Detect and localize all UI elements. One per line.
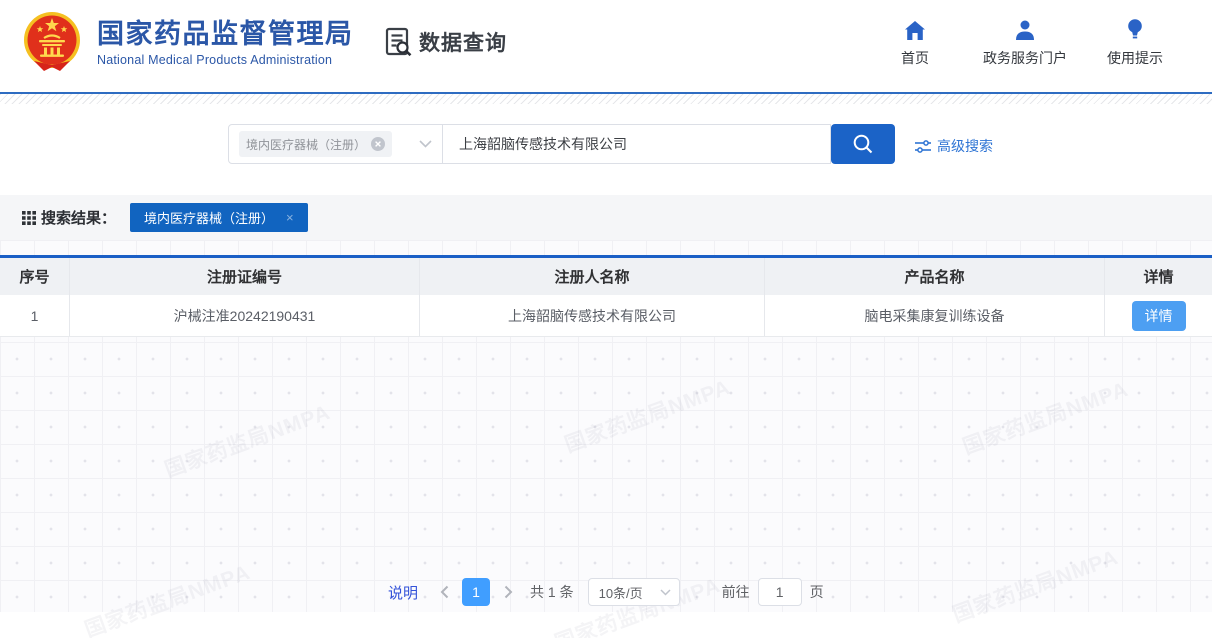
page-unit-label: 页 bbox=[810, 582, 824, 602]
data-query-title: 数据查询 bbox=[385, 27, 507, 57]
header-registrant: 注册人名称 bbox=[420, 258, 765, 295]
header: 国家药品监督管理局 National Medical Products Admi… bbox=[0, 0, 1212, 92]
pagination: 说明 1 共 1 条 10条/页 前往 页 bbox=[388, 578, 824, 606]
note-link[interactable]: 说明 bbox=[388, 582, 418, 603]
goto-page-group: 前往 页 bbox=[722, 578, 824, 606]
goto-label: 前往 bbox=[722, 582, 750, 602]
watermark: 国家药监局NMPA bbox=[80, 556, 254, 638]
content-area: 国家药监局NMPA 国家药监局NMPA 国家药监局NMPA 国家药监局NMPA … bbox=[0, 240, 1212, 612]
chevron-right-icon bbox=[504, 585, 513, 599]
brand-text: 国家药品监督管理局 National Medical Products Admi… bbox=[97, 18, 354, 67]
nav-home[interactable]: 首页 bbox=[860, 18, 970, 68]
search-icon bbox=[852, 133, 874, 155]
results-table: 序号 注册证编号 注册人名称 产品名称 详情 1 沪械注准20242190431… bbox=[0, 255, 1212, 337]
total-count-label: 共 1 条 bbox=[530, 582, 574, 602]
national-emblem-icon bbox=[20, 9, 84, 75]
watermark: 国家药监局NMPA bbox=[160, 396, 334, 484]
cell-registrant: 上海韶脑传感技术有限公司 bbox=[420, 295, 765, 336]
table-row: 1 沪械注准20242190431 上海韶脑传感技术有限公司 脑电采集康复训练设… bbox=[0, 295, 1212, 337]
nav-usage-tips-label: 使用提示 bbox=[1107, 48, 1163, 68]
nav-service-portal[interactable]: 政务服务门户 bbox=[970, 18, 1080, 68]
filter-tag[interactable]: 境内医疗器械（注册） × bbox=[130, 203, 308, 232]
page-number-button[interactable]: 1 bbox=[462, 578, 490, 606]
search-input[interactable] bbox=[443, 124, 831, 164]
page: 国家药品监督管理局 National Medical Products Admi… bbox=[0, 0, 1212, 638]
header-detail: 详情 bbox=[1105, 258, 1212, 295]
app-title-label: 数据查询 bbox=[419, 27, 507, 57]
search-button[interactable] bbox=[831, 124, 895, 164]
home-icon bbox=[905, 18, 925, 40]
nav-home-label: 首页 bbox=[901, 48, 929, 68]
header-cert-no: 注册证编号 bbox=[70, 258, 420, 295]
results-label: 搜索结果： bbox=[41, 207, 116, 228]
header-index: 序号 bbox=[0, 258, 70, 295]
header-product: 产品名称 bbox=[765, 258, 1105, 295]
category-tag-label: 境内医疗器械（注册） bbox=[246, 136, 366, 153]
brand-title: 国家药品监督管理局 bbox=[97, 18, 354, 50]
goto-page-input[interactable] bbox=[758, 578, 802, 606]
cell-cert-no: 沪械注准20242190431 bbox=[70, 295, 420, 336]
chevron-down-icon bbox=[660, 589, 671, 596]
cell-index: 1 bbox=[0, 295, 70, 336]
watermark: 国家药监局NMPA bbox=[560, 371, 734, 459]
category-tag: 境内医疗器械（注册） bbox=[239, 131, 392, 157]
hatch-band bbox=[0, 94, 1212, 104]
page-size-select[interactable]: 10条/页 bbox=[588, 578, 680, 606]
remove-tag-icon[interactable] bbox=[371, 137, 385, 151]
detail-button[interactable]: 详情 bbox=[1132, 301, 1186, 331]
nav-service-portal-label: 政务服务门户 bbox=[983, 48, 1067, 68]
category-select[interactable]: 境内医疗器械（注册） bbox=[228, 124, 443, 164]
advanced-search-label: 高级搜索 bbox=[937, 136, 993, 156]
nav-usage-tips[interactable]: 使用提示 bbox=[1080, 18, 1190, 68]
next-page-button[interactable] bbox=[496, 578, 520, 606]
brand-subtitle: National Medical Products Administration bbox=[97, 53, 354, 67]
bulb-icon bbox=[1127, 18, 1143, 40]
cell-product: 脑电采集康复训练设备 bbox=[765, 295, 1105, 336]
tag-close-icon[interactable]: × bbox=[286, 210, 294, 225]
chevron-down-icon bbox=[419, 140, 432, 148]
page-size-value: 10条/页 bbox=[599, 583, 643, 602]
brand-logo[interactable]: 国家药品监督管理局 National Medical Products Admi… bbox=[20, 9, 354, 75]
advanced-search-link[interactable]: 高级搜索 bbox=[915, 136, 993, 156]
filter-tag-label: 境内医疗器械（注册） bbox=[144, 208, 274, 227]
chevron-left-icon bbox=[440, 585, 449, 599]
grid-icon bbox=[22, 211, 36, 225]
user-icon bbox=[1015, 18, 1035, 40]
watermark: 国家药监局NMPA bbox=[948, 541, 1122, 629]
document-search-icon bbox=[385, 27, 413, 57]
top-nav: 首页 政务服务门户 使用提示 bbox=[860, 18, 1190, 68]
results-bar: 搜索结果： 境内医疗器械（注册） × bbox=[0, 195, 1212, 240]
table-header-row: 序号 注册证编号 注册人名称 产品名称 详情 bbox=[0, 258, 1212, 295]
prev-page-button[interactable] bbox=[432, 578, 456, 606]
cell-detail: 详情 bbox=[1105, 295, 1212, 336]
watermark: 国家药监局NMPA bbox=[958, 373, 1132, 461]
filter-sliders-icon bbox=[915, 140, 931, 153]
